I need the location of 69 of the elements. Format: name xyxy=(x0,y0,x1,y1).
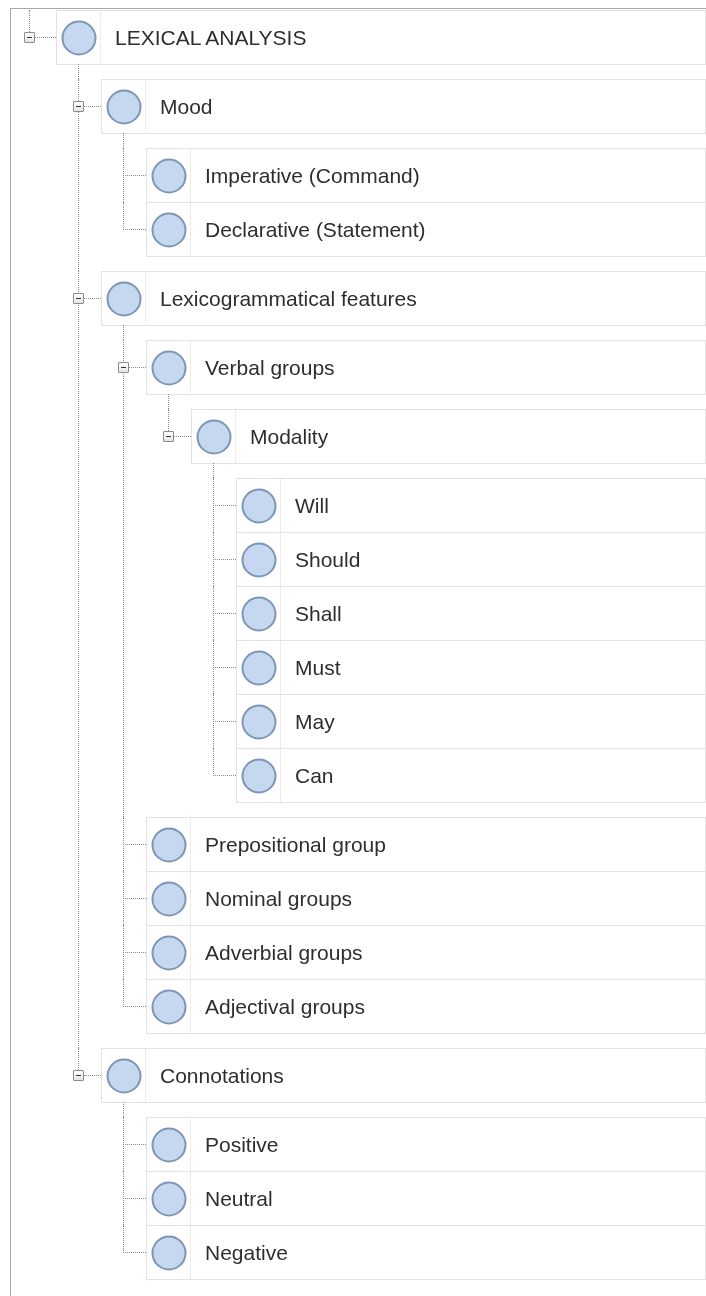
node-label: May xyxy=(294,709,335,734)
collapse-toggle[interactable] xyxy=(73,101,84,112)
node-label: Adverbial groups xyxy=(204,940,363,965)
circle-icon xyxy=(105,1057,142,1094)
tree-row[interactable]: Connotations xyxy=(101,1048,706,1103)
node-label: Lexicogrammatical features xyxy=(159,286,417,311)
node-label: Imperative (Command) xyxy=(204,163,420,188)
tree-row[interactable]: Adverbial groups xyxy=(146,925,706,980)
circle-icon xyxy=(150,934,187,971)
circle-icon xyxy=(240,595,277,632)
tree-row[interactable]: Must xyxy=(236,640,706,695)
circle-icon xyxy=(195,418,232,455)
tree-row[interactable]: Imperative (Command) xyxy=(146,148,706,203)
node-label: Will xyxy=(294,493,329,518)
tree-row[interactable]: Prepositional group xyxy=(146,817,706,872)
node-label: Mood xyxy=(159,94,213,119)
tree-row[interactable]: May xyxy=(236,694,706,749)
node-label: Prepositional group xyxy=(204,832,386,857)
node-label: Declarative (Statement) xyxy=(204,217,426,242)
circle-icon xyxy=(240,487,277,524)
circle-icon xyxy=(150,1180,187,1217)
node-label: Connotations xyxy=(159,1063,284,1088)
collapse-toggle[interactable] xyxy=(118,362,129,373)
node-label: Verbal groups xyxy=(204,355,335,380)
circle-icon xyxy=(150,826,187,863)
circle-icon xyxy=(150,1126,187,1163)
tree-row[interactable]: Can xyxy=(236,748,706,803)
tree-row[interactable]: Verbal groups xyxy=(146,340,706,395)
tree-row[interactable]: Adjectival groups xyxy=(146,979,706,1034)
collapse-toggle[interactable] xyxy=(73,293,84,304)
tree-row[interactable]: Mood xyxy=(101,79,706,134)
tree-row[interactable]: Negative xyxy=(146,1225,706,1280)
node-label: Adjectival groups xyxy=(204,994,365,1019)
circle-icon xyxy=(150,211,187,248)
circle-icon xyxy=(240,541,277,578)
circle-icon xyxy=(150,157,187,194)
circle-icon xyxy=(240,649,277,686)
circle-icon xyxy=(240,757,277,794)
tree-row[interactable]: Modality xyxy=(191,409,706,464)
node-label: Must xyxy=(294,655,341,680)
tree-row[interactable]: Lexicogrammatical features xyxy=(101,271,706,326)
circle-icon xyxy=(150,988,187,1025)
tree-row[interactable]: LEXICAL ANALYSIS xyxy=(56,10,706,65)
tree-row[interactable]: Neutral xyxy=(146,1171,706,1226)
tree-row[interactable]: Nominal groups xyxy=(146,871,706,926)
node-label: Neutral xyxy=(204,1186,273,1211)
circle-icon xyxy=(105,280,142,317)
node-label: Shall xyxy=(294,601,342,626)
circle-icon xyxy=(105,88,142,125)
tree-row[interactable]: Declarative (Statement) xyxy=(146,202,706,257)
tree-row[interactable]: Shall xyxy=(236,586,706,641)
tree-row[interactable]: Will xyxy=(236,478,706,533)
circle-icon xyxy=(150,349,187,386)
circle-icon xyxy=(240,703,277,740)
circle-icon xyxy=(150,1234,187,1271)
collapse-toggle[interactable] xyxy=(24,32,35,43)
circle-icon xyxy=(150,880,187,917)
node-label: Nominal groups xyxy=(204,886,353,911)
node-label: Can xyxy=(294,763,334,788)
node-label: LEXICAL ANALYSIS xyxy=(114,25,307,50)
circle-icon xyxy=(60,19,97,56)
node-label: Negative xyxy=(204,1240,288,1265)
collapse-toggle[interactable] xyxy=(163,431,174,442)
tree-row[interactable]: Positive xyxy=(146,1117,706,1172)
collapse-toggle[interactable] xyxy=(73,1070,84,1081)
node-label: Should xyxy=(294,547,361,572)
tree-row[interactable]: Should xyxy=(236,532,706,587)
node-label: Positive xyxy=(204,1132,279,1157)
node-label: Modality xyxy=(249,424,329,449)
